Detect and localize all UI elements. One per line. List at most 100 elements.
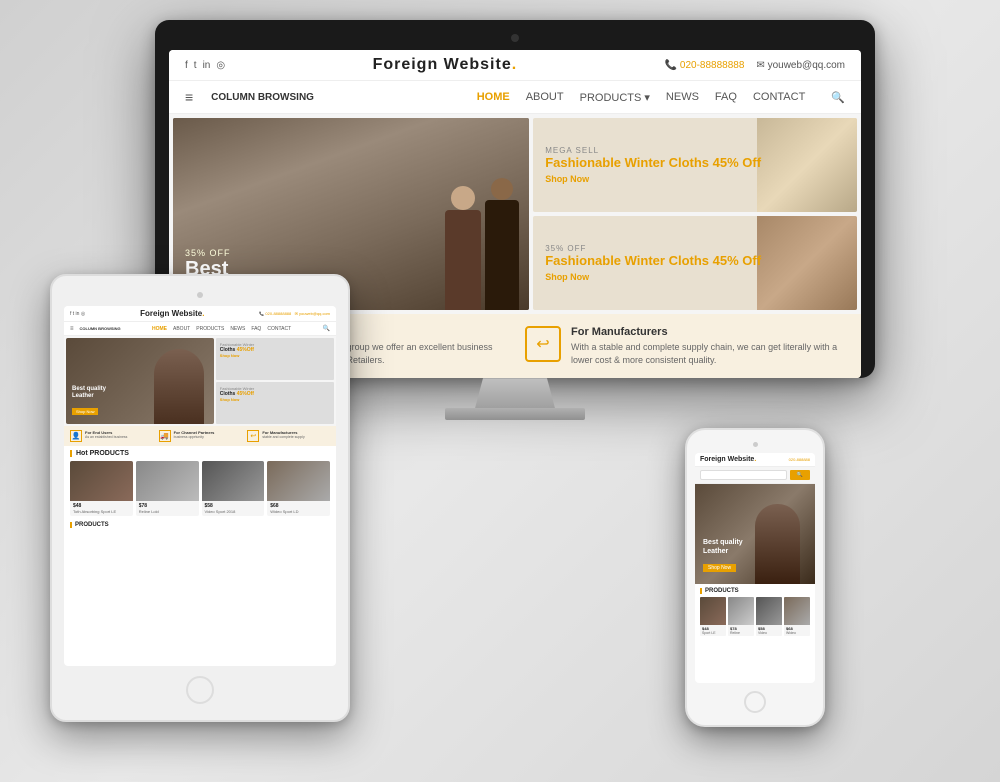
tablet-frame: f t in ◎ Foreign Website. 📞 020-88888888…: [50, 274, 350, 722]
site-topbar: f t in ◎ Foreign Website. 📞 020-88888888…: [169, 50, 861, 81]
tablet-nav-faq[interactable]: FAQ: [251, 326, 261, 332]
tablet-nav-home[interactable]: HOME: [152, 326, 167, 332]
linkedin-icon[interactable]: in: [203, 60, 211, 71]
phone-hero-figure: [755, 504, 800, 584]
tablet-product-3[interactable]: $58 Video Sport 2018: [202, 461, 265, 516]
search-icon[interactable]: 🔍: [831, 91, 845, 104]
topbar-contact: 📞 020-88888888 ✉ youweb@qq.com: [665, 60, 845, 71]
tablet-product-2[interactable]: $78 Reline Lold: [136, 461, 199, 516]
tablet-product-2-img: [136, 461, 199, 501]
phone-brand: Foreign Website.: [700, 456, 756, 463]
nav-column-label[interactable]: COLUMN BROWSING: [211, 92, 314, 103]
site-brand[interactable]: Foreign Website.: [373, 56, 518, 74]
hero-card-2-shop-link[interactable]: Shop Now: [545, 272, 761, 282]
tablet-manufacturers-text: For Manufacturersstable and complete sup…: [262, 430, 304, 439]
phone-topbar: Foreign Website. 020-888888: [695, 453, 815, 467]
phone-camera: [753, 442, 758, 447]
hero-card-2-title: Fashionable Winter Cloths 45% Off: [545, 253, 761, 269]
phone-product-1-info: $48 Sport LE: [700, 625, 726, 636]
person-2-head: [491, 178, 513, 200]
phone-product-2[interactable]: $78 Reline: [728, 597, 754, 636]
tablet-product-1-name: Toth Absorbing Sport LE: [73, 509, 130, 514]
tablet-product-1[interactable]: $48 Toth Absorbing Sport LE: [70, 461, 133, 516]
phone-hero-shop-btn[interactable]: Shop Now: [703, 564, 736, 572]
phone-product-2-name: Reline: [730, 631, 752, 635]
hamburger-icon[interactable]: ≡: [185, 89, 193, 105]
tablet-hero-figure: [154, 349, 204, 424]
phone-product-2-img: [728, 597, 754, 625]
nav-item-about[interactable]: ABOUT: [526, 91, 564, 103]
tablet-benefit-manufacturers: ↩ For Manufacturersstable and complete s…: [247, 430, 330, 442]
benefit-manufacturers: ↩ For Manufacturers With a stable and co…: [525, 326, 841, 366]
tablet-product-3-img: [202, 461, 265, 501]
nav-item-faq[interactable]: FAQ: [715, 91, 737, 103]
phone-hero-badge-text: Best qualityLeather: [703, 539, 743, 556]
nav-item-news[interactable]: NEWS: [666, 91, 699, 103]
hero-card-1-label: MEGA SELL: [545, 146, 761, 155]
monitor-stand: [475, 378, 555, 408]
tablet-brand: Foreign Website.: [140, 309, 204, 318]
tablet-product-4-info: $68 Wideo Sport LD: [267, 501, 330, 516]
tablet-nav-contact[interactable]: CONTACT: [267, 326, 291, 332]
tablet-hero-shop-btn[interactable]: Shop Now: [72, 408, 98, 415]
tablet-hero: Best qualityLeather Shop Now Fashionable…: [64, 336, 336, 426]
person-2: [485, 178, 519, 310]
hero-card-1-image: [757, 118, 857, 212]
phone-product-1[interactable]: $48 Sport LE: [700, 597, 726, 636]
hero-card-1-title: Fashionable Winter Cloths 45% Off: [545, 155, 761, 171]
tablet-hero-right: Fashionable Winter Cloths 45%Off Shop No…: [216, 338, 334, 424]
tablet-topbar: f t in ◎ Foreign Website. 📞 020-88888888…: [64, 306, 336, 322]
phone-hero-badge: Best qualityLeather Shop Now: [703, 539, 743, 574]
phone-search-input[interactable]: [700, 470, 787, 480]
benefit-manufacturers-desc: With a stable and complete supply chain,…: [571, 341, 841, 366]
tablet-product-4[interactable]: $68 Wideo Sport LD: [267, 461, 330, 516]
hero-card-2-label: 35% OFF: [545, 244, 761, 253]
tablet-home-button[interactable]: [186, 676, 214, 704]
phone-product-4[interactable]: $68 Wideo: [784, 597, 810, 636]
tablet: f t in ◎ Foreign Website. 📞 020-88888888…: [50, 274, 350, 722]
tablet-hero-main: Best qualityLeather Shop Now: [66, 338, 214, 424]
hero-card-1: MEGA SELL Fashionable Winter Cloths 45% …: [533, 118, 857, 212]
tablet-hero-badge: Best qualityLeather Shop Now: [72, 386, 106, 418]
phone-product-4-img: [784, 597, 810, 625]
twitter-icon[interactable]: t: [194, 60, 197, 71]
hero-card-1-text: MEGA SELL Fashionable Winter Cloths 45% …: [545, 146, 761, 184]
phone-product-1-img: [700, 597, 726, 625]
benefit-manufacturers-title: For Manufacturers: [571, 326, 841, 338]
tablet-nav-about[interactable]: ABOUT: [173, 326, 190, 332]
hero-card-1-shop-link[interactable]: Shop Now: [545, 174, 761, 184]
tablet-product-3-info: $58 Video Sport 2018: [202, 501, 265, 516]
nav-item-products[interactable]: PRODUCTS ▾: [580, 91, 650, 104]
person-1-body: [445, 210, 481, 310]
benefit-manufacturers-text: For Manufacturers With a stable and comp…: [571, 326, 841, 366]
phone-product-3[interactable]: $58 Video: [756, 597, 782, 636]
tablet-channel-text: For Channel Partnersbusiness opprtunity: [174, 430, 215, 439]
hero-right-cards: MEGA SELL Fashionable Winter Cloths 45% …: [533, 118, 857, 310]
tablet-nav-news[interactable]: NEWS: [230, 326, 245, 332]
tablet-nav-products[interactable]: PRODUCTS: [196, 326, 224, 332]
phone-screen: Foreign Website. 020-888888 🔍 Best quali…: [695, 453, 815, 683]
tablet-product-1-img: [70, 461, 133, 501]
tablet-benefit-channel: 🚚 For Channel Partnersbusiness opprtunit…: [159, 430, 242, 442]
phone-home-button[interactable]: [744, 691, 766, 713]
tablet-hero-badge-text: Best qualityLeather: [72, 386, 106, 400]
person-1: [445, 186, 481, 310]
phone-product-2-info: $78 Reline: [728, 625, 754, 636]
monitor-camera: [511, 34, 519, 42]
tablet-channel-icon: 🚚: [159, 430, 171, 442]
phone-search-button[interactable]: 🔍: [790, 470, 810, 480]
tablet-end-users-text: For End UsersAs an established business: [85, 430, 127, 439]
facebook-icon[interactable]: f: [185, 60, 188, 71]
nav-item-contact[interactable]: CONTACT: [753, 91, 805, 103]
tablet-products-title: Hot PRODUCTS: [70, 450, 330, 457]
phone-products-grid: $48 Sport LE $78 Reline: [700, 597, 810, 636]
email-address: ✉ youweb@qq.com: [756, 60, 845, 71]
tablet-hero-card-2-shop[interactable]: Shop Now: [220, 397, 330, 402]
tablet-hero-card-1-shop[interactable]: Shop Now: [220, 353, 330, 358]
hero-discount-label: 35% OFF: [185, 248, 231, 258]
nav-item-home[interactable]: HOME: [477, 91, 510, 103]
instagram-icon[interactable]: ◎: [216, 60, 225, 71]
tablet-hero-card-1: Fashionable Winter Cloths 45%Off Shop No…: [216, 338, 334, 380]
tablet-product-4-img: [267, 461, 330, 501]
brand-dot: .: [512, 56, 517, 73]
